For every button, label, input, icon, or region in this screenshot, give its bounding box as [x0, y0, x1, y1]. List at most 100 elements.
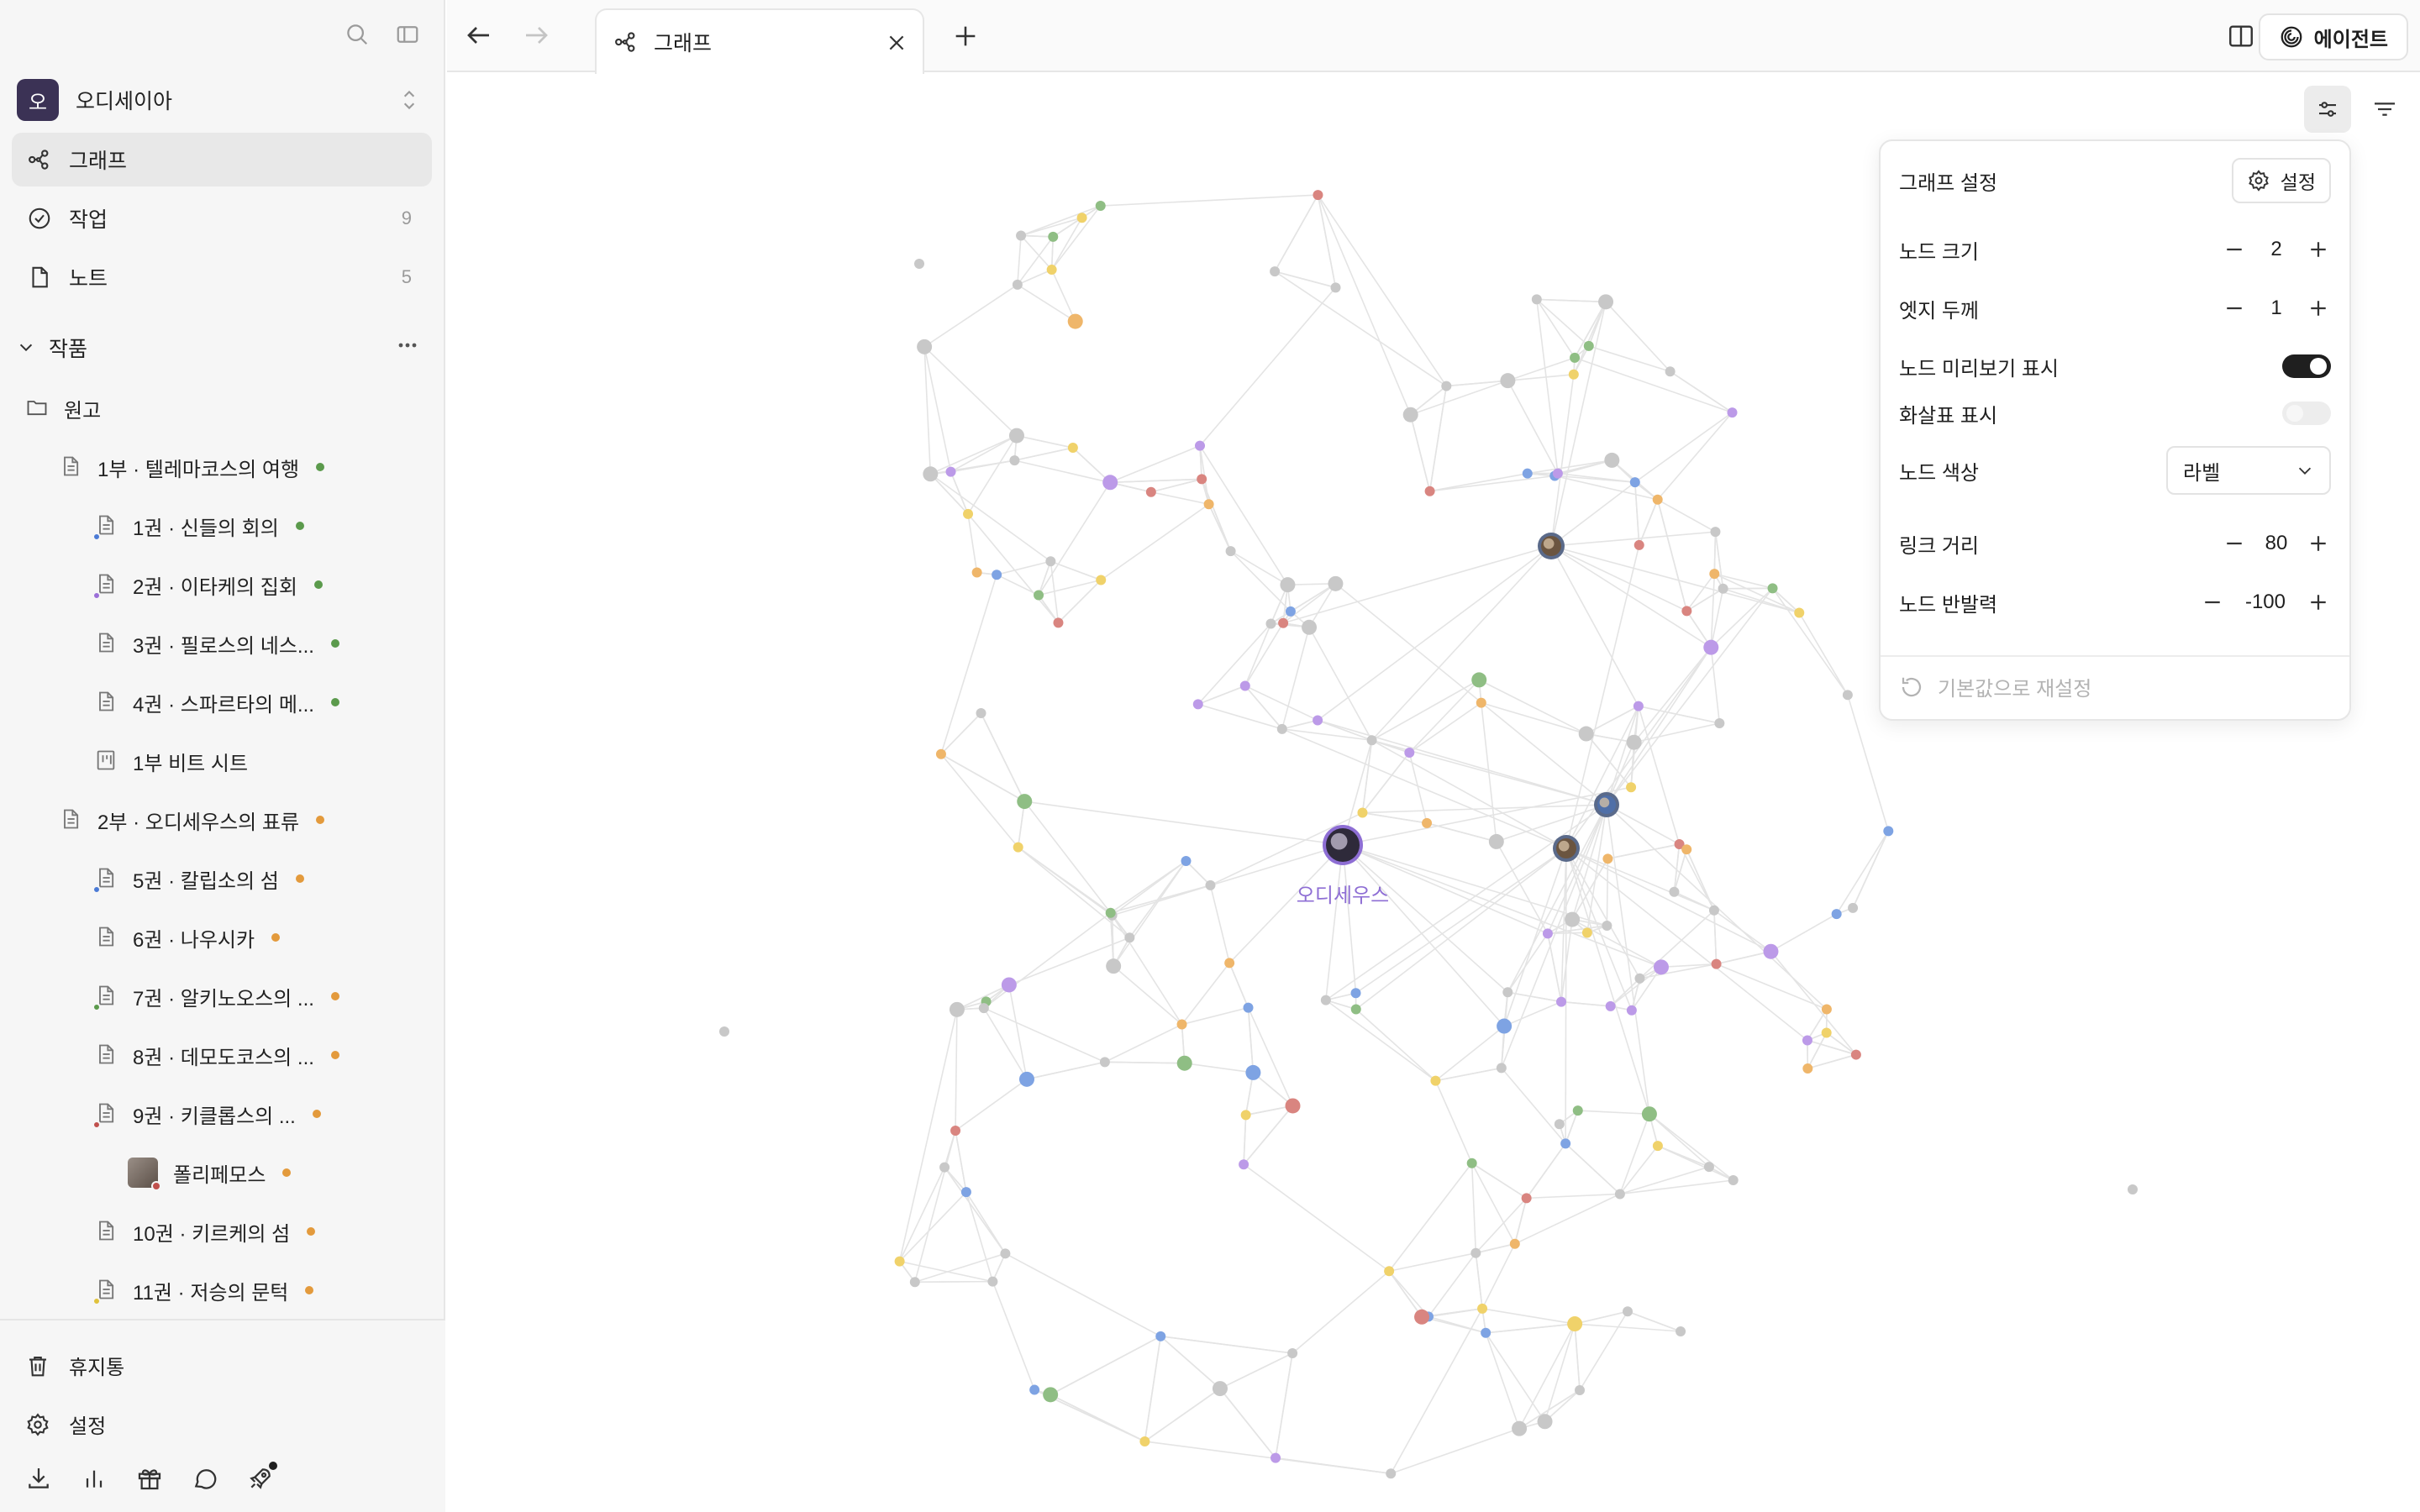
graph-node[interactable]	[1205, 879, 1216, 890]
stats-icon[interactable]	[81, 1465, 108, 1492]
graph-node[interactable]	[1013, 842, 1023, 853]
graph-node[interactable]	[1422, 817, 1433, 828]
graph-node[interactable]	[1710, 527, 1721, 538]
split-view-icon[interactable]	[2227, 22, 2255, 50]
graph-node[interactable]	[1034, 590, 1044, 601]
graph-node[interactable]	[987, 1276, 998, 1287]
graph-node[interactable]	[1287, 1347, 1298, 1358]
graph-node[interactable]	[1280, 577, 1296, 593]
trash-item[interactable]: 휴지통	[25, 1351, 124, 1380]
graph-node[interactable]	[1302, 619, 1318, 635]
graph-node[interactable]	[1763, 943, 1779, 959]
graph-node[interactable]	[971, 567, 982, 578]
graph-node[interactable]	[1145, 486, 1156, 497]
graph-node[interactable]	[1727, 407, 1738, 418]
chat-icon[interactable]	[192, 1465, 218, 1492]
graph-node[interactable]	[719, 1026, 729, 1037]
graph-node[interactable]	[1652, 494, 1663, 505]
graph-node[interactable]	[1099, 1057, 1110, 1068]
graph-node[interactable]	[1313, 190, 1323, 201]
tree-item[interactable]: 1권 · 신들의 회의	[92, 502, 304, 549]
tree-item[interactable]: 4권 · 스파르타의 메...	[94, 679, 339, 726]
tab-graph[interactable]: 그래프	[595, 8, 924, 74]
workspace-switcher[interactable]: 오 오디세이아	[17, 79, 420, 121]
graph-node[interactable]	[1018, 1071, 1034, 1087]
graph-node[interactable]	[1681, 844, 1692, 855]
graph-node[interactable]	[1714, 717, 1725, 728]
graph-node[interactable]	[1802, 1063, 1813, 1074]
tree-item[interactable]: 6권 · 나우시카	[94, 914, 281, 961]
graph-node[interactable]	[917, 339, 933, 354]
node-label-odysseus[interactable]: 오디세우스	[1297, 879, 1389, 908]
graph-node[interactable]	[1320, 995, 1331, 1005]
graph-node[interactable]	[1598, 294, 1614, 310]
graph-node[interactable]	[1016, 230, 1027, 241]
graph-node[interactable]	[1623, 1306, 1634, 1317]
graph-node[interactable]	[1105, 907, 1116, 918]
graph-node[interactable]	[1531, 294, 1542, 305]
graph-node[interactable]	[1522, 468, 1533, 479]
close-icon[interactable]	[886, 32, 908, 54]
graph-node[interactable]	[1669, 886, 1680, 897]
graph-node[interactable]	[1572, 1105, 1583, 1116]
graph-node[interactable]	[1384, 1266, 1395, 1277]
graph-node[interactable]	[1602, 853, 1613, 864]
graph-node[interactable]	[1802, 1035, 1812, 1046]
tree-item[interactable]: 1부 비트 시트	[94, 738, 248, 785]
graph-node[interactable]	[1794, 607, 1805, 618]
minus-icon[interactable]	[2222, 237, 2247, 262]
graph-node[interactable]	[894, 1256, 905, 1267]
graph-node[interactable]	[1676, 1326, 1686, 1337]
graph-node[interactable]	[1278, 617, 1289, 628]
graph-node[interactable]	[976, 708, 986, 719]
graph-node[interactable]	[1565, 911, 1581, 927]
graph-node[interactable]	[1470, 1247, 1481, 1258]
graph-node[interactable]	[909, 1277, 920, 1288]
plus-icon[interactable]	[951, 22, 980, 50]
graph-node[interactable]	[1095, 201, 1106, 212]
graph-node[interactable]	[1708, 905, 1719, 916]
graph-node[interactable]	[1521, 1193, 1532, 1204]
graph-node[interactable]	[1848, 902, 1859, 913]
graph-node[interactable]	[1102, 475, 1118, 491]
tree-item[interactable]: 11권 · 저승의 문턱	[92, 1267, 314, 1314]
more-icon[interactable]	[395, 333, 420, 358]
graph-node[interactable]	[1542, 928, 1553, 939]
tree-item[interactable]: 3권 · 필로스의 네스...	[94, 620, 339, 667]
graph-node[interactable]	[1711, 958, 1722, 969]
graph-node[interactable]	[1633, 701, 1644, 711]
graph-node[interactable]	[1192, 699, 1203, 710]
graph-node[interactable]	[1106, 958, 1122, 974]
graph-node[interactable]	[923, 466, 939, 482]
graph-node[interactable]	[1203, 499, 1214, 510]
graph-node[interactable]	[1626, 782, 1637, 793]
graph-node[interactable]	[1883, 826, 1894, 837]
graph-node[interactable]	[939, 1162, 950, 1173]
graph-node[interactable]	[1556, 996, 1567, 1007]
minus-icon[interactable]	[2222, 296, 2247, 321]
graph-node[interactable]	[1665, 366, 1676, 377]
tree-item[interactable]: 1부 · 텔레마코스의 여행	[59, 444, 325, 491]
tree-item[interactable]: 2부 · 오디세우스의 표류	[59, 796, 325, 843]
graph-node[interactable]	[1471, 672, 1487, 688]
graph-node[interactable]	[1240, 1110, 1251, 1121]
graph-node[interactable]	[1477, 1303, 1488, 1314]
graph-node[interactable]	[1575, 1384, 1586, 1395]
graph-node[interactable]	[1728, 1175, 1739, 1186]
graph-node[interactable]	[1265, 618, 1276, 629]
tree-item[interactable]: 8권 · 데모도코스의 ...	[94, 1032, 339, 1079]
graph-node[interactable]	[1554, 1119, 1565, 1130]
graph-node[interactable]	[1605, 1000, 1616, 1011]
forward-arrow-icon[interactable]	[521, 20, 551, 50]
settings-item[interactable]: 설정	[25, 1410, 106, 1439]
search-icon[interactable]	[345, 22, 370, 47]
graph-node[interactable]	[1048, 231, 1059, 242]
graph-node[interactable]	[1424, 486, 1435, 496]
graph-node[interactable]	[1414, 1309, 1430, 1325]
graph-node[interactable]	[978, 1003, 989, 1014]
graph-node[interactable]	[1831, 909, 1842, 920]
tree-item[interactable]: 7권 · 알키노오스의 ...	[92, 973, 339, 1020]
graph-node[interactable]	[1045, 556, 1056, 567]
graph-node[interactable]	[1029, 1384, 1040, 1395]
graph-node[interactable]	[1842, 690, 1853, 701]
